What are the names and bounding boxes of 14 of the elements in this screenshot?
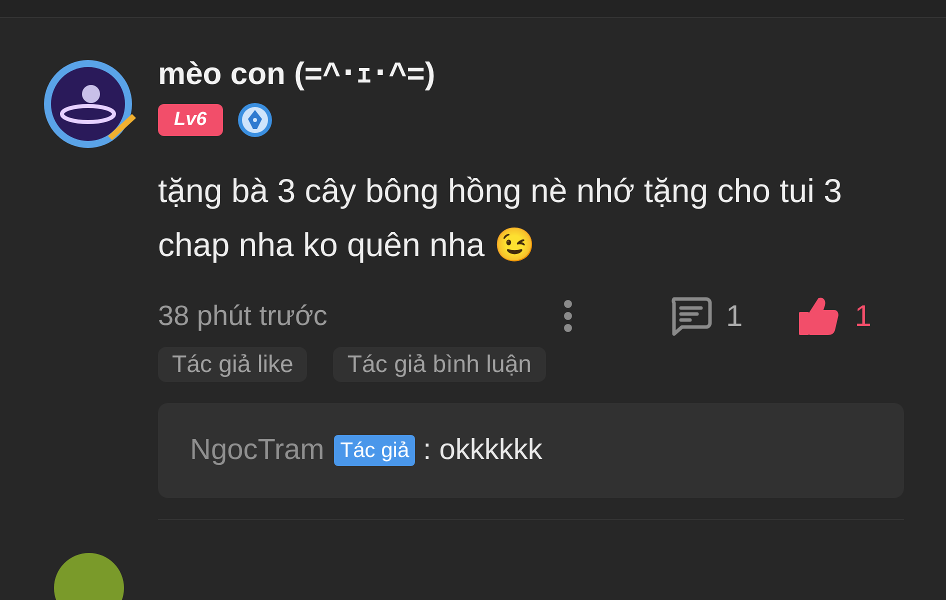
tag: Tác giả like [158, 347, 308, 382]
username[interactable]: mèo con (=^･ｪ･^=) [158, 56, 904, 92]
reply-text: : okkkkkk [423, 432, 542, 468]
tag: Tác giả bình luận [333, 347, 546, 382]
author-badge: Tác giả [334, 435, 416, 466]
pen-nib-icon [236, 102, 273, 138]
like-count: 1 [854, 298, 872, 334]
more-options-icon[interactable] [562, 298, 574, 334]
thumbs-up-icon[interactable] [796, 296, 839, 336]
reply-count: 1 [726, 298, 743, 334]
timestamp: 38 phút trước [158, 299, 328, 333]
comment-text: tặng bà 3 cây bông hồng nè nhớ tặng cho tui 3 chap nha ko quên nha 😉 [158, 171, 844, 265]
reply-author[interactable]: NgocTram [190, 428, 324, 472]
level-badge: Lv6 [158, 104, 223, 136]
